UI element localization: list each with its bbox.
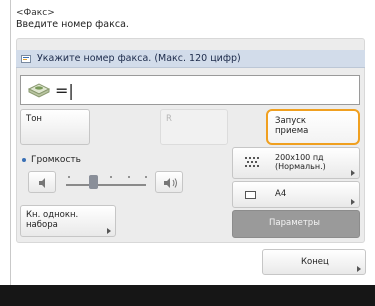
start-receive-button[interactable]: Запуск приема (266, 109, 360, 145)
resolution-button[interactable]: 200x100 пд (Нормальн.) (232, 147, 360, 179)
volume-tick (145, 176, 147, 178)
fax-number-input[interactable]: = | (20, 75, 360, 105)
volume-down-button[interactable] (28, 171, 56, 193)
volume-slider-track[interactable] (66, 184, 146, 186)
resolution-line1: 200x100 пд (275, 153, 324, 162)
resolution-icon (245, 157, 259, 167)
volume-up-button[interactable] (155, 171, 183, 193)
tone-button[interactable]: Тон (20, 109, 90, 145)
speaker-high-icon (164, 178, 177, 188)
volume-slider-thumb[interactable] (89, 175, 98, 189)
submenu-arrow-icon (351, 199, 355, 205)
r-button-label: R (166, 114, 172, 124)
r-button[interactable]: R (160, 109, 228, 145)
start-receive-line1: Запуск (275, 116, 307, 126)
text-cursor: | (68, 80, 74, 100)
resolution-label: 200x100 пд (Нормальн.) (275, 153, 326, 171)
end-button[interactable]: Конец (262, 249, 366, 275)
volume-tick (110, 176, 112, 178)
volume-label-text: Громкость (31, 155, 81, 165)
tone-button-label: Тон (26, 114, 42, 124)
paper-size-button[interactable]: A4 (232, 181, 360, 208)
one-touch-line1: Кн. однокн. (26, 210, 79, 220)
one-touch-line2: набора (26, 219, 58, 230)
volume-tick (68, 176, 70, 178)
submenu-arrow-icon (107, 228, 111, 234)
bullet-icon (22, 158, 26, 162)
number-entry-title-label: Укажите номер факса. (Макс. 120 цифр) (37, 53, 241, 64)
one-touch-dial-label: Кн. однокн. набора (26, 210, 79, 231)
paper-size-label: A4 (275, 189, 287, 199)
resolution-line2: (Нормальн.) (275, 162, 326, 172)
parameters-button[interactable]: Параметры (232, 210, 360, 238)
speaker-low-icon (39, 178, 45, 188)
volume-label: Громкость (22, 155, 81, 165)
end-button-label: Конец (301, 257, 329, 267)
number-entry-title: Укажите номер факса. (Макс. 120 цифр) (16, 50, 365, 68)
document-icon (21, 54, 33, 64)
start-receive-label: Запуск приема (275, 116, 309, 137)
fax-number-prefix: = (55, 80, 69, 100)
screen-left-edge (10, 0, 11, 306)
volume-tick (128, 176, 130, 178)
status-bar (0, 285, 375, 306)
submenu-arrow-icon (351, 170, 355, 176)
paper-icon (245, 191, 256, 199)
one-touch-dial-button[interactable]: Кн. однокн. набора (20, 205, 116, 237)
fax-machine-icon (27, 81, 51, 99)
start-receive-line2: приема (275, 125, 309, 136)
instruction-text: Введите номер факса. (16, 19, 129, 30)
parameters-label: Параметры (269, 218, 320, 228)
mode-label: <Факс> (16, 8, 55, 18)
submenu-arrow-icon (357, 266, 361, 272)
